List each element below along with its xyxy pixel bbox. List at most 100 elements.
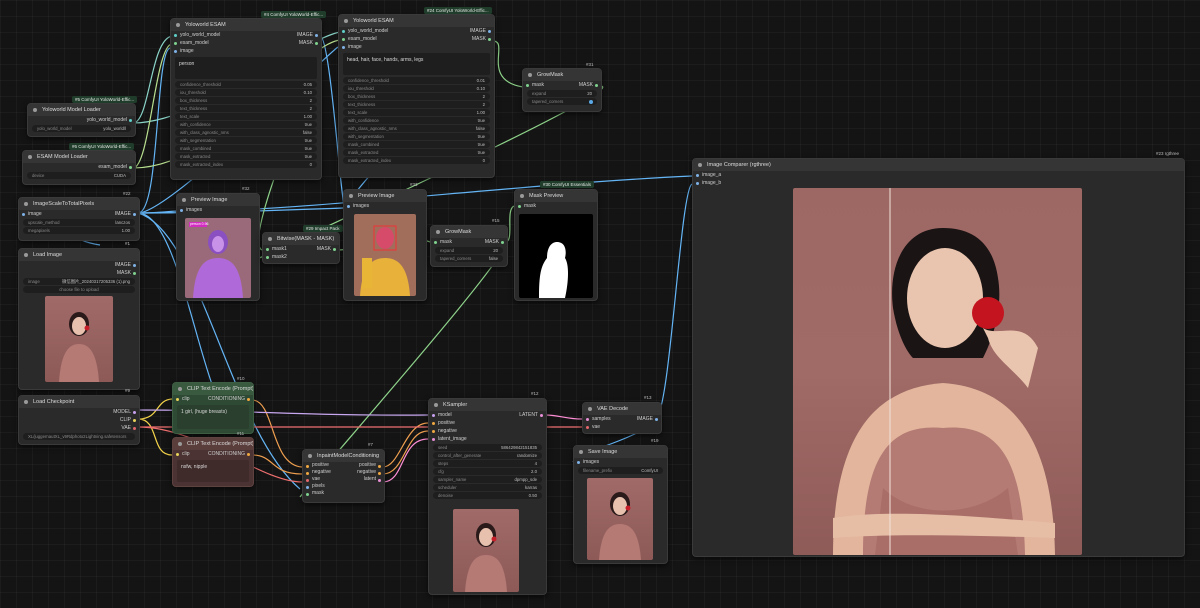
widget-megapixels[interactable]: megapixels 1.00 [23,227,135,234]
node-title[interactable]: GrowMask [523,69,601,81]
input-mask2[interactable]: mask2 [263,253,339,261]
widget-scheduler[interactable]: scheduler karras [433,484,542,491]
input-image[interactable]: image [171,47,321,55]
image-comparer-node[interactable]: Image Comparer (rgthree) image_a image_b [692,158,1185,557]
load-checkpoint-node[interactable]: Load Checkpoint MODEL CLIP VAE XL/jugger… [18,395,140,445]
widget-mask-extracted[interactable]: mask_extracted true [175,153,317,160]
input-model[interactable]: model LATENT [429,411,546,419]
widget-mask-extracted-index[interactable]: mask_extracted_index 0 [343,157,490,164]
node-title[interactable]: Yoloworld Model Loader [28,104,135,116]
yoloworld-model-loader-node[interactable]: Yoloworld Model Loader yolo_world_model … [27,103,136,137]
upload-button[interactable]: choose file to upload [23,286,135,293]
node-title[interactable]: ESAM Model Loader [23,151,135,163]
widget-sampler-name[interactable]: sampler_name dpmpp_sde [433,476,542,483]
widget-denoise[interactable]: denoise 0.50 [433,492,542,499]
input-images[interactable]: images [177,206,259,214]
widget-cfg[interactable]: cfg 2.0 [433,468,542,475]
widget-with-class-agnostic-nms[interactable]: with_class_agnostic_nms false [175,129,317,136]
yoloworld-esam-node-24[interactable]: Yoloworld ESAM yolo_world_model IMAGE esa… [338,14,495,178]
node-title[interactable]: ImageScaleToTotalPixels [19,198,139,210]
preview-image-node-32[interactable]: Preview Image images person 0.96 [176,193,260,301]
input-mask1[interactable]: mask1 MASK [263,245,339,253]
bitwise-mask-node[interactable]: Bitwise(MASK - MASK) mask1 MASK mask2 [262,232,340,264]
ksampler-node[interactable]: KSampler model LATENT positive negative l… [428,398,547,595]
widget-box-thickness[interactable]: box_thickness 2 [175,97,317,104]
node-title[interactable]: Mask Preview [515,190,597,202]
clip-text-encode-negative[interactable]: CLIP Text Encode (Prompt) clip CONDITIONI… [172,437,254,487]
input-mask[interactable]: mask MASK [523,81,601,89]
input-vae[interactable]: vae latent [303,476,384,483]
widget-seed[interactable]: seed 586429842151835 [433,444,542,451]
node-title[interactable]: Load Image [19,249,139,261]
input-mask[interactable]: mask [515,202,597,210]
clip-text-encode-positive[interactable]: CLIP Text Encode (Prompt) clip CONDITIONI… [172,382,254,434]
preview-image-node-33[interactable]: Preview Image images [343,189,427,301]
node-title[interactable]: Image Comparer (rgthree) [693,159,1184,171]
widget-with-confidence[interactable]: with_confidence true [343,117,490,124]
input-negative[interactable]: negative negative [303,469,384,476]
prompt-textarea[interactable]: head, hair, face, hands, arms, legs [343,53,490,75]
input-latent-image[interactable]: latent_image [429,435,546,443]
widget-text-scale[interactable]: text_scale 1.00 [175,113,317,120]
node-title[interactable]: Bitwise(MASK - MASK) [263,233,339,245]
comparison-image[interactable] [793,188,1082,555]
node-title[interactable]: Preview Image [344,190,426,202]
node-title[interactable]: VAE Decode [583,403,661,415]
widget-ckpt-name[interactable]: XL/juggernautXL_v9Rdphoto2Lightning.safe… [23,433,135,440]
output-yolo-world-model[interactable]: yolo_world_model [28,116,135,124]
widget-filename-prefix[interactable]: filename_prefix ComfyUI [578,467,663,474]
input-yolo-world-model[interactable]: yolo_world_model IMAGE [339,27,494,35]
widget-mask-extracted-index[interactable]: mask_extracted_index 0 [175,161,317,168]
widget-tapered-corners[interactable]: tapered_corners [527,98,597,105]
output-vae[interactable]: VAE [19,424,139,432]
input-image[interactable]: image [339,43,494,51]
input-mask[interactable]: mask [303,490,384,497]
input-clip[interactable]: clip CONDITIONING [173,395,253,403]
node-title[interactable]: Preview Image [177,194,259,206]
widget-device[interactable]: device CUDA [27,172,131,179]
widget-mask-extracted[interactable]: mask_extracted true [343,149,490,156]
widget-mask-combined[interactable]: mask_combined true [175,145,317,152]
output-clip[interactable]: CLIP [19,416,139,424]
output-model[interactable]: MODEL [19,408,139,416]
widget-iou-threshold[interactable]: iou_threshold 0.10 [175,89,317,96]
widget-yolo-world-model[interactable]: yolo_world_model yolo_world/l [32,125,131,132]
input-image-b[interactable]: image_b [693,179,1184,187]
node-title[interactable]: Save Image [574,446,667,458]
input-samples[interactable]: samples IMAGE [583,415,661,423]
prompt-textarea[interactable]: person [175,57,317,79]
widget-text-scale[interactable]: text_scale 1.00 [343,109,490,116]
node-title[interactable]: Yoloworld ESAM [339,15,494,27]
input-image[interactable]: image IMAGE [19,210,139,218]
load-image-node[interactable]: Load Image IMAGE MASK image 微信图片_20240317… [18,248,140,390]
node-title[interactable]: CLIP Text Encode (Prompt) [173,383,253,395]
input-yolo-world-model[interactable]: yolo_world_model IMAGE [171,31,321,39]
output-mask[interactable]: MASK [19,269,139,277]
prompt-textarea[interactable]: nsfw, nipple [177,460,249,482]
widget-text-thickness[interactable]: text_thickness 2 [175,105,317,112]
widget-box-thickness[interactable]: box_thickness 2 [343,93,490,100]
input-positive[interactable]: positive [429,419,546,427]
mask-preview-node[interactable]: Mask Preview mask [514,189,598,301]
input-mask[interactable]: mask MASK [431,238,507,246]
node-title[interactable]: GrowMask [431,226,507,238]
widget-image-file[interactable]: image 微信图片_20240317205336 (1).png [23,278,135,285]
widget-mask-combined[interactable]: mask_combined true [343,141,490,148]
input-positive[interactable]: positive positive [303,462,384,469]
widget-upscale-method[interactable]: upscale_method lanczos [23,219,135,226]
input-vae[interactable]: vae [583,423,661,431]
node-title[interactable]: Load Checkpoint [19,396,139,408]
input-images[interactable]: images [344,202,426,210]
vae-decode-node[interactable]: VAE Decode samples IMAGE vae [582,402,662,434]
yoloworld-esam-node-4[interactable]: Yoloworld ESAM yolo_world_model IMAGE esa… [170,18,322,180]
image-scale-node[interactable]: ImageScaleToTotalPixels image IMAGE upsca… [18,197,140,241]
input-pixels[interactable]: pixels [303,483,384,490]
prompt-textarea[interactable]: 1 girl, (huge breasts) [177,405,249,429]
growmask-node-15[interactable]: GrowMask mask MASK expand 20 tapered_corne… [430,225,508,267]
output-esam-model[interactable]: esam_model [23,163,135,171]
node-title[interactable]: KSampler [429,399,546,411]
widget-expand[interactable]: expand 20 [527,90,597,97]
widget-with-class-agnostic-nms[interactable]: with_class_agnostic_nms false [343,125,490,132]
esam-model-loader-node[interactable]: ESAM Model Loader esam_model device CUDA [22,150,136,185]
inpaint-model-conditioning-node[interactable]: InpaintModelConditioning positive positiv… [302,449,385,503]
